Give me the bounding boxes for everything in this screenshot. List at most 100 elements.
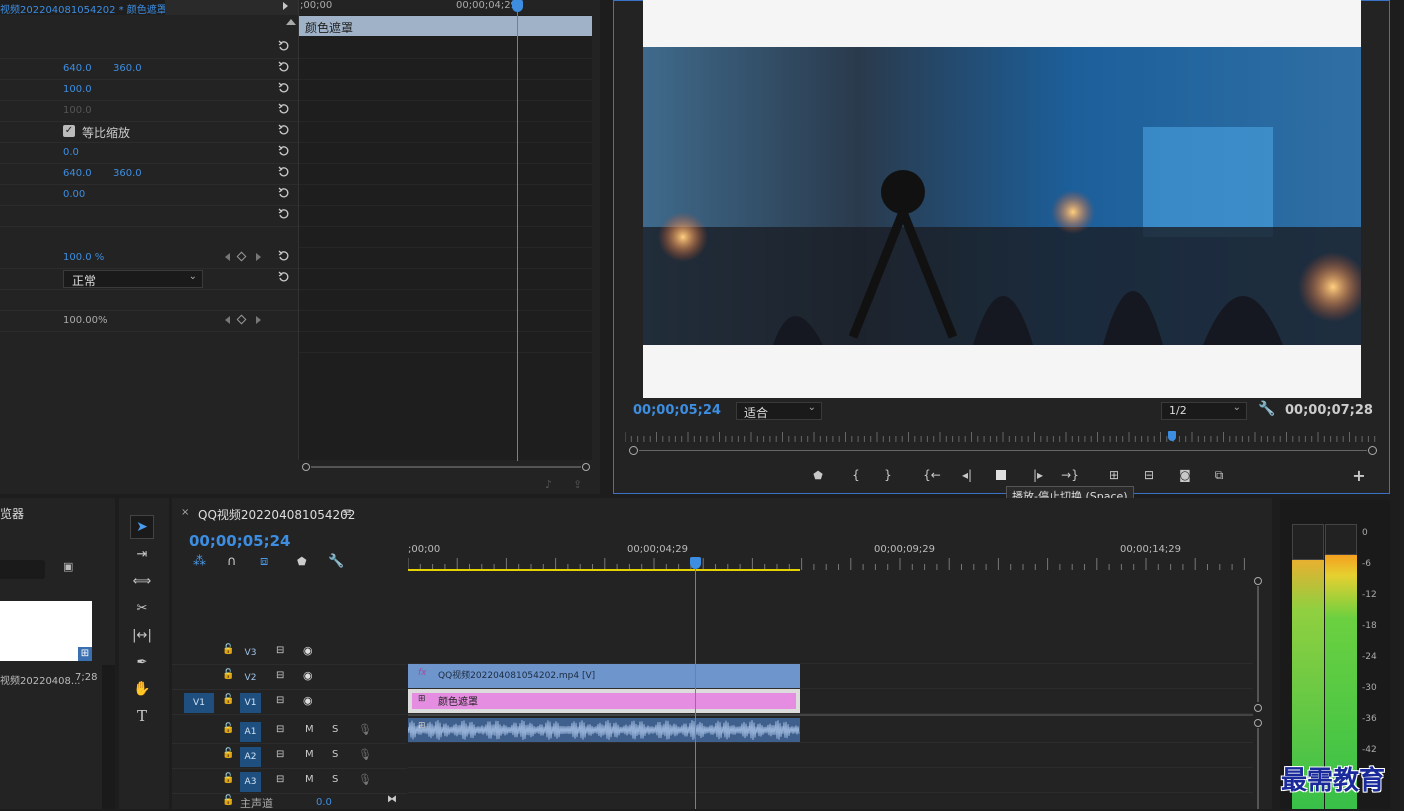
- lock-icon[interactable]: 🔓: [222, 748, 234, 759]
- reset-icon[interactable]: [278, 40, 290, 52]
- eye-icon[interactable]: ◉: [303, 644, 313, 657]
- lift-icon[interactable]: ⊞: [1104, 465, 1124, 485]
- add-keyframe-icon[interactable]: [236, 314, 247, 325]
- mark-in-icon[interactable]: {: [846, 465, 866, 485]
- ripple-edit-icon[interactable]: ⟺: [130, 571, 154, 591]
- keyframe-row[interactable]: [299, 268, 592, 290]
- lane-v3[interactable]: [408, 639, 1253, 664]
- go-to-in-icon[interactable]: {←: [922, 465, 942, 485]
- solo-button[interactable]: S: [332, 749, 338, 760]
- speed-value[interactable]: 100.00%: [63, 315, 108, 326]
- sync-lock-icon[interactable]: ⊟: [276, 645, 284, 656]
- mark-out-icon[interactable]: }: [878, 465, 898, 485]
- mute-button[interactable]: M: [305, 774, 314, 785]
- reset-icon[interactable]: [278, 250, 290, 262]
- mic-icon[interactable]: 🎙: [358, 773, 372, 786]
- video-audio-divider[interactable]: [408, 714, 1253, 716]
- eye-icon[interactable]: ◉: [303, 669, 313, 682]
- reset-icon[interactable]: [278, 61, 290, 73]
- lock-icon[interactable]: 🔓: [222, 669, 234, 680]
- wrench-icon[interactable]: 🔧: [328, 554, 344, 569]
- hand-tool-icon[interactable]: ✋: [130, 679, 154, 699]
- lane-a3[interactable]: [408, 768, 1253, 793]
- add-marker-icon[interactable]: ⬟: [297, 555, 307, 568]
- type-tool-icon[interactable]: T: [130, 706, 154, 726]
- track-target-v2[interactable]: V2: [240, 668, 261, 688]
- track-target-a3[interactable]: A3: [240, 772, 261, 792]
- keyframe-row[interactable]: [299, 79, 592, 101]
- param-value[interactable]: 100.0: [63, 84, 92, 95]
- pm-ruler[interactable]: [624, 430, 1377, 442]
- mic-icon[interactable]: 🎙: [358, 723, 372, 736]
- checkbox-icon[interactable]: ✓: [63, 125, 75, 137]
- next-keyframe-icon[interactable]: [256, 253, 261, 261]
- lock-icon[interactable]: 🔓: [222, 773, 234, 784]
- keyframe-row[interactable]: [299, 226, 592, 248]
- lock-icon[interactable]: 🔓: [222, 644, 234, 655]
- timeline-clip-bar[interactable]: 颜色遮罩: [299, 16, 592, 36]
- mute-button[interactable]: M: [305, 749, 314, 760]
- sync-lock-icon[interactable]: ⊟: [276, 695, 284, 706]
- param-value[interactable]: 0.00: [63, 189, 85, 200]
- timeline-current-time[interactable]: 00;00;05;24: [189, 532, 291, 550]
- music-note-icon[interactable]: ♪: [545, 478, 552, 491]
- solo-button[interactable]: S: [332, 724, 338, 735]
- reset-icon[interactable]: [278, 124, 290, 136]
- source-patch-v1[interactable]: V1: [184, 693, 214, 713]
- sync-lock-icon[interactable]: ⊟: [276, 724, 284, 735]
- folder-icon[interactable]: ▣: [63, 560, 73, 573]
- magnet-icon[interactable]: ∩: [227, 554, 237, 569]
- mute-button[interactable]: M: [305, 724, 314, 735]
- param-value[interactable]: 100.0: [63, 105, 92, 116]
- mic-icon[interactable]: 🎙: [358, 748, 372, 761]
- param-value[interactable]: 360.0: [113, 168, 142, 179]
- resolution-select[interactable]: 1/2 ⌄: [1161, 402, 1247, 420]
- reset-icon[interactable]: [278, 187, 290, 199]
- work-area-bar[interactable]: [408, 569, 800, 571]
- linked-selection-icon[interactable]: ⧈: [260, 554, 268, 569]
- next-keyframe-icon[interactable]: [256, 316, 261, 324]
- keyframe-row[interactable]: [299, 58, 592, 80]
- keyframe-row[interactable]: [299, 247, 592, 269]
- pen-tool-icon[interactable]: ✒: [130, 652, 154, 672]
- add-button-icon[interactable]: +: [1349, 465, 1369, 485]
- master-value[interactable]: 0.0: [316, 797, 332, 808]
- reset-icon[interactable]: [278, 103, 290, 115]
- sync-lock-icon[interactable]: ⊟: [276, 749, 284, 760]
- video-tracks-scrollbar[interactable]: [1254, 577, 1262, 712]
- wrench-icon[interactable]: 🔧: [1258, 401, 1275, 417]
- camera-icon[interactable]: ◙: [1175, 465, 1195, 485]
- timeline-ruler[interactable]: ;00;00 00;00;04;29 00;00;09;29 00;00;14;…: [408, 540, 1253, 572]
- collapse-icon[interactable]: [286, 19, 296, 25]
- eye-icon[interactable]: ◉: [303, 694, 313, 707]
- audio-tracks-scrollbar[interactable]: [1254, 719, 1262, 809]
- track-select-icon[interactable]: ⇥: [130, 544, 154, 564]
- track-target-v1[interactable]: V1: [240, 693, 261, 713]
- timeline-playhead-handle[interactable]: [690, 557, 701, 569]
- go-to-end-icon[interactable]: ⧓: [387, 794, 397, 805]
- keyframe-row[interactable]: [299, 289, 592, 311]
- play-only-icon[interactable]: [283, 2, 288, 10]
- reset-icon[interactable]: [278, 145, 290, 157]
- track-target-v3[interactable]: V3: [240, 643, 261, 663]
- clip-matte-v1[interactable]: ⊞ 颜色遮罩: [408, 689, 800, 713]
- lock-icon[interactable]: 🔓: [222, 694, 234, 705]
- clip-audio-a1[interactable]: ⊞: [407, 718, 800, 742]
- lock-icon[interactable]: 🔓: [222, 723, 234, 734]
- step-forward-icon[interactable]: |▸: [1028, 465, 1048, 485]
- pm-playhead[interactable]: [1168, 431, 1176, 441]
- keyframe-row[interactable]: [299, 331, 592, 353]
- keyframe-row[interactable]: [299, 184, 592, 206]
- fit-select[interactable]: 适合 ⌄: [736, 402, 822, 420]
- sequence-tab[interactable]: QQ视频202204081054202: [198, 506, 355, 523]
- close-icon[interactable]: ×: [181, 507, 189, 518]
- playhead-handle[interactable]: [512, 0, 523, 12]
- opacity-value[interactable]: 100.0 %: [63, 252, 104, 263]
- keyframe-row[interactable]: [299, 100, 592, 122]
- project-scrollbar[interactable]: [102, 665, 115, 809]
- snap-nest-icon[interactable]: ⁂: [193, 554, 206, 569]
- sync-lock-icon[interactable]: ⊟: [276, 670, 284, 681]
- pm-zoom-bar[interactable]: [629, 446, 1377, 455]
- sync-lock-icon[interactable]: ⊟: [276, 774, 284, 785]
- track-target-a1[interactable]: A1: [240, 722, 261, 742]
